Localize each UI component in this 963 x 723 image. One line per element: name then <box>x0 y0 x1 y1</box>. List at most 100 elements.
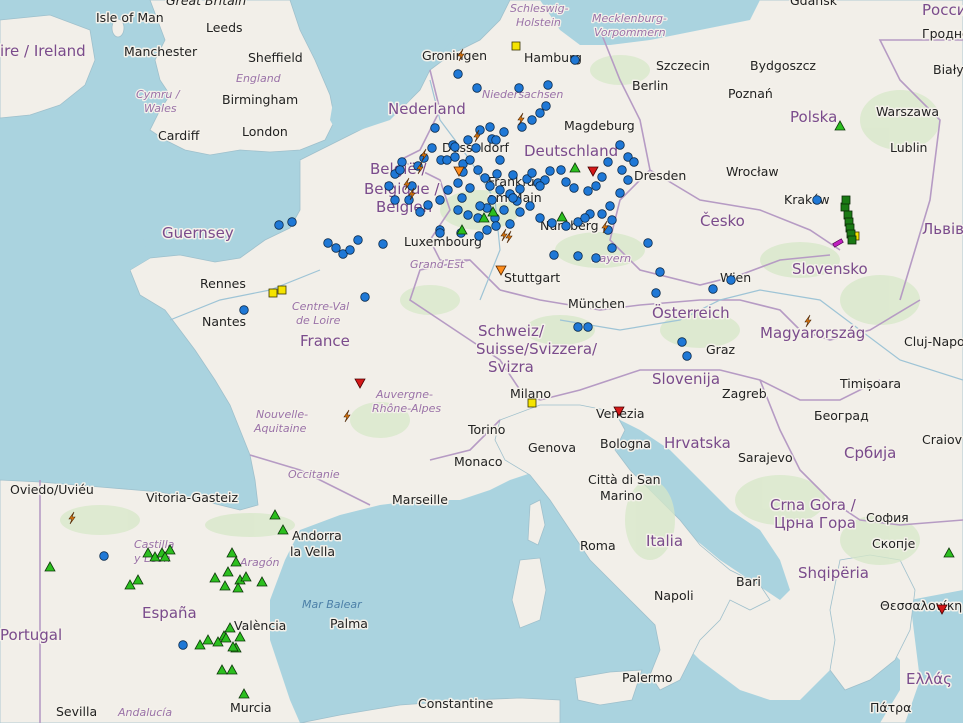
station-circle-marker[interactable] <box>465 155 475 165</box>
station-circle-marker[interactable] <box>415 207 425 217</box>
station-circle-marker[interactable] <box>597 172 607 182</box>
station-circle-marker[interactable] <box>655 267 665 277</box>
station-circle-marker[interactable] <box>463 135 473 145</box>
station-circle-marker[interactable] <box>651 288 661 298</box>
station-circle-marker[interactable] <box>473 165 483 175</box>
station-circle-marker[interactable] <box>525 201 535 211</box>
station-circle-marker[interactable] <box>430 123 440 133</box>
yellow-square-marker[interactable] <box>277 285 287 295</box>
station-circle-marker[interactable] <box>527 115 537 125</box>
station-circle-marker[interactable] <box>508 170 518 180</box>
station-circle-marker[interactable] <box>591 253 601 263</box>
station-circle-marker[interactable] <box>527 168 537 178</box>
station-circle-marker[interactable] <box>607 243 617 253</box>
station-circle-marker[interactable] <box>615 140 625 150</box>
station-circle-marker[interactable] <box>545 166 555 176</box>
station-circle-marker[interactable] <box>442 155 452 165</box>
station-circle-marker[interactable] <box>360 292 370 302</box>
station-circle-marker[interactable] <box>453 178 463 188</box>
station-circle-marker[interactable] <box>556 165 566 175</box>
station-circle-marker[interactable] <box>682 351 692 361</box>
yellow-square-marker[interactable] <box>527 398 537 408</box>
station-circle-marker[interactable] <box>605 201 615 211</box>
station-circle-marker[interactable] <box>573 251 583 261</box>
station-circle-marker[interactable] <box>812 195 822 205</box>
station-circle-marker[interactable] <box>617 165 627 175</box>
station-circle-marker[interactable] <box>643 238 653 248</box>
green-square-marker[interactable] <box>847 235 857 245</box>
station-circle-marker[interactable] <box>603 157 613 167</box>
station-circle-marker[interactable] <box>491 135 501 145</box>
station-circle-marker[interactable] <box>591 181 601 191</box>
station-circle-marker[interactable] <box>495 185 505 195</box>
station-circle-marker[interactable] <box>427 143 437 153</box>
station-circle-marker[interactable] <box>708 284 718 294</box>
station-circle-marker[interactable] <box>549 250 559 260</box>
station-circle-marker[interactable] <box>499 205 509 215</box>
station-circle-marker[interactable] <box>474 231 484 241</box>
station-circle-marker[interactable] <box>583 322 593 332</box>
station-circle-marker[interactable] <box>487 195 497 205</box>
green-square-marker[interactable] <box>841 195 851 205</box>
station-circle-marker[interactable] <box>345 245 355 255</box>
station-circle-marker[interactable] <box>517 122 527 132</box>
station-circle-marker[interactable] <box>505 219 515 229</box>
station-circle-marker[interactable] <box>395 165 405 175</box>
station-circle-marker[interactable] <box>423 200 433 210</box>
yellow-square-marker[interactable] <box>511 41 521 51</box>
station-circle-marker[interactable] <box>573 322 583 332</box>
station-circle-marker[interactable] <box>495 155 505 165</box>
station-circle-marker[interactable] <box>453 205 463 215</box>
station-circle-marker[interactable] <box>435 195 445 205</box>
station-circle-marker[interactable] <box>583 186 593 196</box>
station-circle-marker[interactable] <box>471 143 481 153</box>
station-circle-marker[interactable] <box>485 181 495 191</box>
station-circle-marker[interactable] <box>561 177 571 187</box>
station-circle-marker[interactable] <box>457 193 467 203</box>
station-circle-marker[interactable] <box>435 228 445 238</box>
station-circle-marker[interactable] <box>463 210 473 220</box>
station-circle-marker[interactable] <box>397 157 407 167</box>
station-circle-marker[interactable] <box>274 220 284 230</box>
station-circle-marker[interactable] <box>384 181 394 191</box>
station-circle-marker[interactable] <box>535 108 545 118</box>
station-circle-marker[interactable] <box>99 551 109 561</box>
station-circle-marker[interactable] <box>541 101 551 111</box>
station-circle-marker[interactable] <box>485 122 495 132</box>
station-circle-marker[interactable] <box>514 83 524 93</box>
station-circle-marker[interactable] <box>287 217 297 227</box>
station-circle-marker[interactable] <box>450 152 460 162</box>
station-circle-marker[interactable] <box>615 188 625 198</box>
station-circle-marker[interactable] <box>480 173 490 183</box>
station-circle-marker[interactable] <box>450 142 460 152</box>
station-circle-marker[interactable] <box>535 213 545 223</box>
station-circle-marker[interactable] <box>482 225 492 235</box>
station-circle-marker[interactable] <box>475 201 485 211</box>
station-circle-marker[interactable] <box>561 221 571 231</box>
station-circle-marker[interactable] <box>492 169 502 179</box>
station-circle-marker[interactable] <box>570 55 580 65</box>
yellow-square-marker[interactable] <box>268 288 278 298</box>
station-circle-marker[interactable] <box>443 185 453 195</box>
station-circle-marker[interactable] <box>597 209 607 219</box>
station-circle-marker[interactable] <box>726 275 736 285</box>
station-circle-marker[interactable] <box>378 239 388 249</box>
station-circle-marker[interactable] <box>353 235 363 245</box>
station-circle-marker[interactable] <box>465 183 475 193</box>
station-circle-marker[interactable] <box>515 207 525 217</box>
station-circle-marker[interactable] <box>491 221 501 231</box>
station-circle-marker[interactable] <box>623 175 633 185</box>
station-circle-marker[interactable] <box>331 243 341 253</box>
station-circle-marker[interactable] <box>453 69 463 79</box>
station-circle-marker[interactable] <box>178 640 188 650</box>
station-circle-marker[interactable] <box>629 157 639 167</box>
europe-map[interactable]: Gdańsk Гродно Białys Isle of Man Leeds M… <box>0 0 963 723</box>
station-circle-marker[interactable] <box>580 213 590 223</box>
station-circle-marker[interactable] <box>677 337 687 347</box>
station-circle-marker[interactable] <box>515 184 525 194</box>
station-circle-marker[interactable] <box>607 215 617 225</box>
station-circle-marker[interactable] <box>547 218 557 228</box>
station-circle-marker[interactable] <box>569 183 579 193</box>
station-circle-marker[interactable] <box>508 193 518 203</box>
station-circle-marker[interactable] <box>390 195 400 205</box>
